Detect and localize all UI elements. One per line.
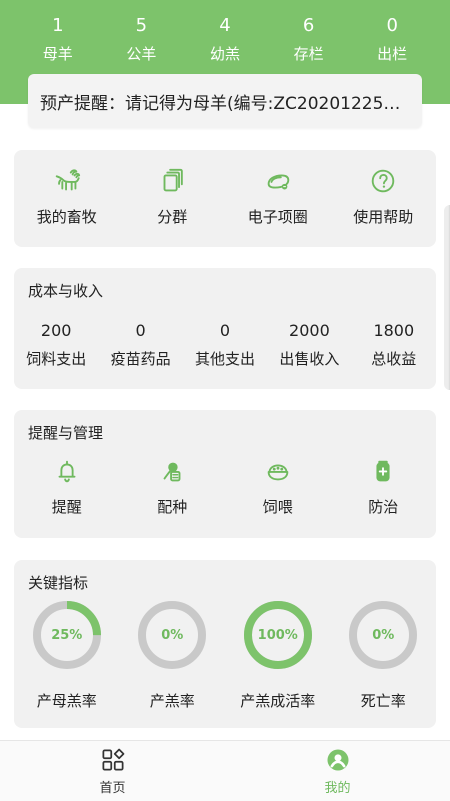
stat-value: 6 (302, 15, 315, 36)
medicine-icon (368, 456, 398, 486)
nav-profile[interactable]: 我的 (225, 741, 450, 801)
card-title: 提醒与管理 (28, 424, 104, 442)
cost-vaccine-medicine[interactable]: 0 疫苗药品 (98, 320, 182, 380)
stat-value: 1 (52, 15, 64, 36)
kpi-value: 0% (161, 627, 184, 643)
quick-action-grouping[interactable]: 分群 (120, 166, 226, 227)
stat-label: 幼羔 (209, 45, 240, 63)
amount: 0 (219, 321, 231, 340)
nav-home[interactable]: 首页 (0, 741, 225, 801)
amount: 0 (135, 321, 146, 340)
kpi-ring: 25% (30, 598, 104, 672)
key-metrics-card: 关键指标 25% 产母羔率 0% 产羔率 100% 产羔成活率 0% 死亡率 (14, 560, 436, 728)
cost-income-row: 200 饲料支出 0 疫苗药品 0 其他支出 2000 出售收入 1800 总收… (14, 320, 436, 380)
quick-actions-card: 我的畜牧 分群 电子项圈 使用帮助 (14, 150, 436, 247)
kpi-value: 100% (257, 627, 298, 643)
kpi-lamb-survival-rate[interactable]: 100% 产羔成活率 (225, 598, 331, 722)
stat-out-stock[interactable]: 0 出栏 (357, 14, 427, 64)
stat-value: 0 (386, 15, 398, 36)
quick-action-my-livestock[interactable]: 我的畜牧 (14, 166, 120, 227)
kpi-ring: 0% (135, 598, 209, 672)
stat-ram[interactable]: 5 公羊 (106, 14, 176, 64)
goat-icon (52, 166, 82, 196)
kpi-label: 死亡率 (360, 692, 406, 710)
stat-label: 母羊 (42, 45, 73, 63)
group-icon (157, 166, 187, 196)
reminder-label: 防治 (368, 498, 399, 516)
reminders-grid: 提醒 配种 饲喂 防治 (14, 456, 436, 532)
reminder-breeding[interactable]: 配种 (120, 456, 226, 532)
kpi-label: 产羔率 (149, 692, 195, 710)
home-grid-icon (99, 746, 127, 774)
reminder-label: 配种 (157, 498, 188, 516)
income-sales[interactable]: 2000 出售收入 (267, 320, 351, 380)
reminder-prevention[interactable]: 防治 (331, 456, 437, 532)
reminder-alerts[interactable]: 提醒 (14, 456, 120, 532)
reminders-management-card: 提醒与管理 提醒 配种 饲喂 防治 (14, 410, 436, 538)
profile-icon (324, 746, 352, 774)
quick-action-e-collar[interactable]: 电子项圈 (225, 166, 331, 227)
kpi-ring: 0% (346, 598, 420, 672)
breeding-icon (157, 456, 187, 486)
nav-label: 我的 (324, 781, 351, 796)
amount: 1800 (373, 321, 415, 340)
income-total[interactable]: 1800 总收益 (352, 320, 436, 380)
kpi-label: 产羔成活率 (240, 692, 316, 710)
amount-label: 疫苗药品 (110, 350, 171, 368)
amount-label: 出售收入 (279, 350, 340, 368)
help-icon (368, 166, 398, 196)
stat-value: 5 (135, 15, 148, 36)
kpi-mortality-rate[interactable]: 0% 死亡率 (331, 598, 437, 722)
amount: 2000 (289, 321, 330, 340)
stat-ewe[interactable]: 1 母羊 (23, 14, 93, 64)
card-title: 关键指标 (28, 574, 89, 592)
feed-icon (263, 456, 293, 486)
quick-action-label: 使用帮助 (353, 208, 414, 226)
kpi-lambing-rate[interactable]: 0% 产羔率 (120, 598, 226, 722)
kpi-ewe-lamb-rate[interactable]: 25% 产母羔率 (14, 598, 120, 722)
stat-value: 4 (219, 15, 231, 36)
amount-label: 饲料支出 (26, 350, 87, 368)
card-title: 成本与收入 (28, 282, 104, 300)
stat-label: 存栏 (293, 45, 324, 63)
reminder-feeding[interactable]: 饲喂 (225, 456, 331, 532)
quick-action-label: 我的畜牧 (36, 208, 97, 226)
quick-action-help[interactable]: 使用帮助 (331, 166, 437, 227)
quick-action-label: 电子项圈 (247, 208, 308, 226)
bottom-navigation: 首页 我的 (0, 740, 450, 801)
herd-stats: 1 母羊 5 公羊 4 幼羔 6 存栏 0 出栏 (0, 14, 450, 70)
amount-label: 总收益 (371, 350, 417, 368)
kpi-label: 产母羔率 (36, 692, 97, 710)
cost-other[interactable]: 0 其他支出 (183, 320, 267, 380)
quick-action-label: 分群 (157, 208, 188, 226)
stat-lamb[interactable]: 4 幼羔 (190, 14, 260, 64)
cost-income-card: 成本与收入 200 饲料支出 0 疫苗药品 0 其他支出 2000 出售收入 1… (14, 268, 436, 389)
kpi-grid: 25% 产母羔率 0% 产羔率 100% 产羔成活率 0% 死亡率 (14, 598, 436, 722)
collar-icon (263, 166, 293, 196)
amount: 200 (40, 321, 72, 340)
kpi-ring: 100% (241, 598, 315, 672)
nav-label: 首页 (99, 781, 126, 796)
notice-text: 预产提醒：请记得为母羊(编号:ZC202012250... (40, 93, 410, 114)
cost-feed[interactable]: 200 饲料支出 (14, 320, 98, 380)
amount-label: 其他支出 (194, 350, 255, 368)
quick-actions-grid: 我的畜牧 分群 电子项圈 使用帮助 (14, 166, 436, 236)
reminder-label: 饲喂 (262, 498, 293, 516)
bell-icon (52, 456, 82, 486)
scroll-edge-indicator (444, 205, 450, 390)
stat-in-stock[interactable]: 6 存栏 (274, 14, 344, 64)
kpi-value: 0% (372, 627, 395, 643)
stat-label: 公羊 (126, 45, 157, 63)
reminder-label: 提醒 (51, 498, 82, 516)
kpi-value: 25% (51, 627, 83, 643)
due-date-notice[interactable]: 预产提醒：请记得为母羊(编号:ZC202012250... (28, 74, 422, 128)
stat-label: 出栏 (377, 45, 408, 63)
